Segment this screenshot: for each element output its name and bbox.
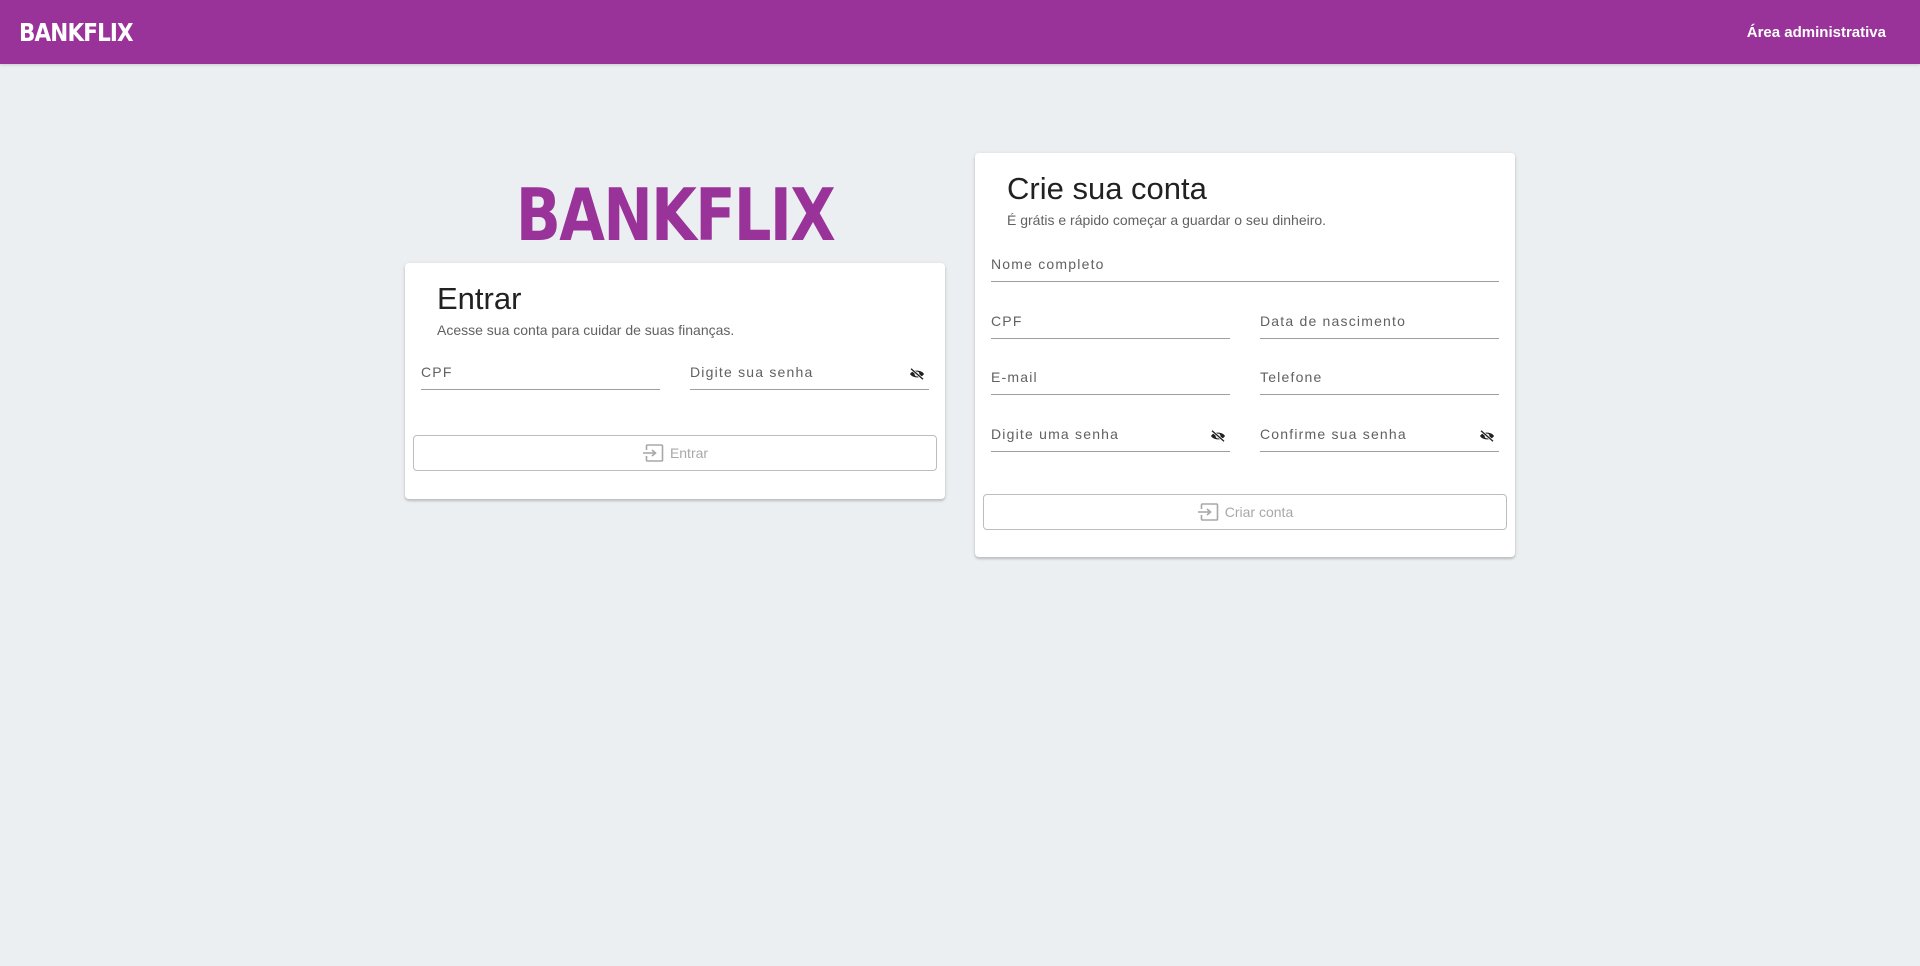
signup-cpf-field[interactable]: CPF bbox=[991, 307, 1230, 339]
brand-logo: BANKFLIX bbox=[405, 175, 945, 255]
phone-label: Telefone bbox=[1260, 369, 1323, 385]
signup-phone-field[interactable]: Telefone bbox=[1260, 363, 1499, 395]
signup-subtitle: É grátis e rápido começar a guardar o se… bbox=[1007, 212, 1327, 228]
signup-confirm-password-field[interactable]: Confirme sua senha bbox=[1260, 420, 1499, 452]
top-app-bar: BANKFLIX Área administrativa bbox=[0, 0, 1920, 64]
create-account-label: Criar conta bbox=[1224, 504, 1294, 520]
full-name-label: Nome completo bbox=[991, 256, 1105, 272]
login-password-field[interactable]: Digite sua senha bbox=[690, 358, 929, 390]
create-account-button[interactable]: Criar conta bbox=[983, 494, 1507, 530]
signup-password-label: Digite uma senha bbox=[991, 426, 1120, 442]
eye-off-icon[interactable] bbox=[1210, 430, 1226, 442]
confirm-password-label: Confirme sua senha bbox=[1260, 426, 1407, 442]
email-label: E-mail bbox=[991, 369, 1038, 385]
brand-logo-text: BANKFLIX bbox=[515, 173, 836, 257]
signup-title: Crie sua conta bbox=[1007, 171, 1207, 206]
login-cpf-label: CPF bbox=[421, 364, 453, 380]
eye-off-icon[interactable] bbox=[909, 368, 925, 380]
login-submit-button[interactable]: Entrar bbox=[413, 435, 937, 471]
birth-date-label: Data de nascimento bbox=[1260, 313, 1407, 329]
login-submit-label: Entrar bbox=[669, 445, 709, 461]
header-logo[interactable]: BANKFLIX bbox=[19, 18, 134, 47]
login-cpf-field[interactable]: CPF bbox=[421, 358, 660, 390]
admin-area-link[interactable]: Área administrativa bbox=[1747, 24, 1886, 41]
signup-full-name-field[interactable]: Nome completo bbox=[991, 250, 1499, 282]
signup-email-field[interactable]: E-mail bbox=[991, 363, 1230, 395]
login-subtitle: Acesse sua conta para cuidar de suas fin… bbox=[437, 322, 735, 338]
signup-card: Crie sua conta É grátis e rápido começar… bbox=[975, 153, 1515, 557]
signup-password-field[interactable]: Digite uma senha bbox=[991, 420, 1230, 452]
login-password-label: Digite sua senha bbox=[690, 364, 814, 380]
login-icon bbox=[642, 444, 664, 462]
login-title: Entrar bbox=[437, 281, 522, 316]
login-icon bbox=[1197, 503, 1219, 521]
signup-cpf-label: CPF bbox=[991, 313, 1023, 329]
eye-off-icon[interactable] bbox=[1479, 430, 1495, 442]
login-card: Entrar Acesse sua conta para cuidar de s… bbox=[405, 263, 945, 499]
signup-birth-date-field[interactable]: Data de nascimento bbox=[1260, 307, 1499, 339]
